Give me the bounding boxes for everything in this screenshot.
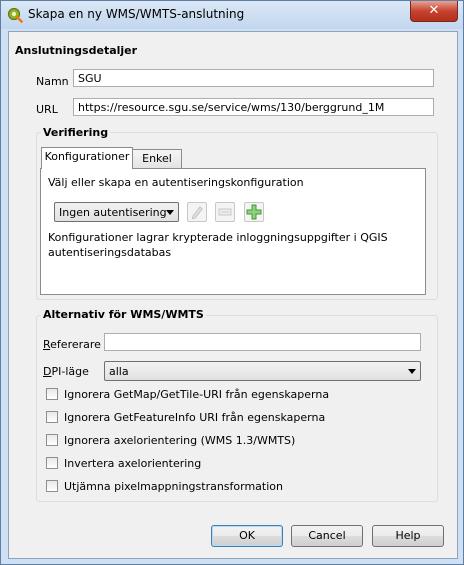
chevron-down-icon: [166, 210, 174, 215]
title-bar[interactable]: Skapa en ny WMS/WMTS-anslutning ✕: [1, 1, 463, 29]
close-button[interactable]: ✕: [410, 1, 458, 22]
dialog-body: Anslutningsdetaljer Namn SGU URL https:/…: [8, 31, 458, 559]
help-button[interactable]: Help: [372, 525, 444, 547]
url-label: URL: [36, 103, 58, 116]
edit-config-button[interactable]: [187, 202, 207, 222]
dialog-window: Skapa en ny WMS/WMTS-anslutning ✕ Anslut…: [0, 0, 464, 565]
checkbox-label: Ignorera axelorientering (WMS 1.3/WMTS): [64, 434, 296, 447]
auth-group-title: Verifiering: [41, 126, 111, 139]
remove-icon: [218, 208, 232, 216]
dpi-mode-select[interactable]: alla: [104, 361, 421, 381]
qgis-icon: [7, 7, 23, 23]
tab-configurations-label: Konfigurationer: [44, 150, 130, 163]
chevron-down-icon: [408, 369, 416, 374]
options-group-title: Alternativ för WMS/WMTS: [41, 308, 206, 321]
auth-config-value: Ingen autentisering: [59, 206, 167, 219]
add-config-button[interactable]: [244, 202, 264, 222]
tab-simple-label: Enkel: [142, 152, 172, 165]
pencil-icon: [191, 206, 203, 220]
checkbox-label: Utjämna pixelmappningstransformation: [64, 480, 283, 493]
tab-simple[interactable]: Enkel: [132, 149, 182, 169]
ignore-getmap-uri-checkbox[interactable]: [46, 388, 58, 400]
tab-configurations[interactable]: Konfigurationer: [41, 147, 133, 169]
smooth-pixmap-transform-checkbox[interactable]: [46, 480, 58, 492]
add-icon: [246, 204, 262, 220]
cancel-button[interactable]: Cancel: [291, 525, 363, 547]
auth-prompt: Välj eller skapa en autentiseringskonfig…: [48, 176, 304, 189]
referer-input[interactable]: [104, 333, 421, 351]
connection-group-title: Anslutningsdetaljer: [15, 44, 138, 57]
ignore-getfeatureinfo-uri-checkbox[interactable]: [46, 411, 58, 423]
ignore-axis-orientation-checkbox[interactable]: [46, 434, 58, 446]
invert-axis-orientation-checkbox[interactable]: [46, 457, 58, 469]
checkbox-label: Invertera axelorientering: [64, 457, 202, 470]
name-input[interactable]: SGU: [73, 69, 434, 87]
remove-config-button[interactable]: [215, 202, 235, 222]
checkbox-label: Ignorera GetFeatureInfo URI från egenska…: [64, 411, 326, 424]
auth-info-line1: Konfigurationer lagrar krypterade inlogg…: [48, 231, 388, 244]
auth-config-select[interactable]: Ingen autentisering: [54, 202, 179, 222]
referer-label: Refererare: [43, 338, 101, 351]
window-title: Skapa en ny WMS/WMTS-anslutning: [28, 7, 245, 21]
auth-tab-panel: Välj eller skapa en autentiseringskonfig…: [40, 168, 426, 295]
close-icon: ✕: [428, 3, 440, 18]
dpi-mode-label: DPI-läge: [43, 365, 89, 378]
auth-info-line2: autentiseringsdatabas: [48, 246, 172, 259]
url-input[interactable]: https://resource.sgu.se/service/wms/130/…: [73, 98, 434, 116]
name-label: Namn: [36, 75, 69, 88]
checkbox-label: Ignorera GetMap/GetTile-URI från egenska…: [64, 388, 330, 401]
ok-button[interactable]: OK: [211, 525, 283, 547]
dpi-mode-value: alla: [109, 365, 129, 378]
